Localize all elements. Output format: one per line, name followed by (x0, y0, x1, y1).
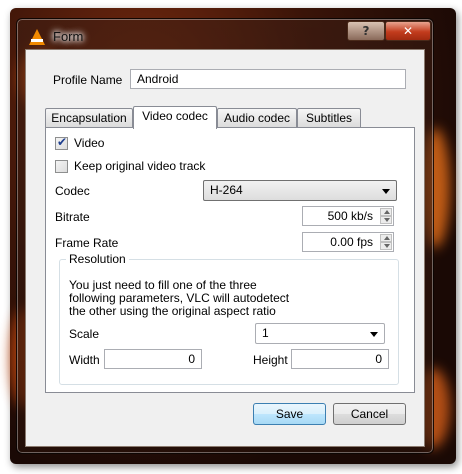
bitrate-decrement-button[interactable] (380, 216, 392, 224)
bitrate-label: Bitrate (55, 210, 90, 224)
scale-label: Scale (69, 327, 100, 341)
arrow-up-icon (384, 210, 390, 214)
height-label: Height (253, 353, 288, 367)
height-input[interactable]: 0 (291, 349, 389, 369)
frame-rate-increment-button[interactable] (380, 234, 392, 242)
bitrate-increment-button[interactable] (380, 208, 392, 216)
tab-subtitles[interactable]: Subtitles (297, 108, 361, 128)
arrow-up-icon (384, 236, 390, 240)
bitrate-spinbox[interactable]: 500 kb/s (302, 206, 394, 226)
help-button[interactable]: ? (347, 21, 385, 41)
tab-encapsulation[interactable]: Encapsulation (45, 108, 133, 128)
form-dialog: Form ? ✕ Profile Name Android Encapsulat… (16, 18, 434, 454)
title-bar[interactable]: Form ? ✕ (17, 19, 433, 53)
frame-rate-label: Frame Rate (55, 236, 119, 250)
checkmark-icon: ✔ (57, 135, 68, 149)
width-label: Width (69, 353, 100, 367)
window-title: Form (53, 29, 84, 44)
arrow-down-icon (384, 218, 390, 222)
profile-name-input[interactable]: Android (130, 69, 406, 89)
tab-video-codec[interactable]: Video codec (133, 106, 217, 129)
video-checkbox-label[interactable]: Video (74, 136, 104, 150)
bitrate-spin-buttons (380, 208, 392, 224)
scale-select[interactable]: 1 (255, 323, 385, 344)
resolution-hint-line-2: following parameters, VLC will autodetec… (69, 291, 290, 305)
width-input[interactable]: 0 (104, 349, 202, 369)
tab-audio-codec[interactable]: Audio codec (217, 108, 297, 128)
cancel-button[interactable]: Cancel (333, 403, 406, 425)
bitrate-value: 500 kb/s (327, 209, 373, 223)
save-button[interactable]: Save (253, 403, 326, 425)
vlc-cone-icon (29, 29, 45, 45)
resolution-hint-line-1: You just need to fill one of the three (69, 278, 257, 292)
profile-name-label: Profile Name (53, 73, 123, 87)
frame-rate-spinbox[interactable]: 0.00 fps (302, 232, 394, 252)
resolution-group: Resolution You just need to fill one of … (59, 252, 399, 385)
resolution-hint-line-3: the other using the original aspect rati… (69, 304, 276, 318)
codec-label: Codec (55, 184, 90, 198)
chevron-down-icon (382, 189, 390, 194)
codec-value: H-264 (210, 183, 243, 197)
keep-original-label[interactable]: Keep original video track (74, 159, 205, 173)
close-button[interactable]: ✕ (385, 21, 431, 41)
arrow-down-icon (384, 244, 390, 248)
dialog-client-area: Profile Name Android Encapsulation Video… (25, 49, 425, 447)
keep-original-checkbox[interactable] (55, 160, 68, 173)
video-codec-panel: ✔ Video Keep original video track Codec … (45, 127, 415, 393)
frame-rate-decrement-button[interactable] (380, 242, 392, 250)
scale-value: 1 (262, 326, 269, 340)
chevron-down-icon (370, 332, 378, 337)
codec-select[interactable]: H-264 (203, 180, 397, 201)
frame-rate-value: 0.00 fps (330, 235, 373, 249)
resolution-group-title: Resolution (66, 252, 129, 266)
video-checkbox[interactable]: ✔ (55, 135, 68, 150)
frame-rate-spin-buttons (380, 234, 392, 250)
